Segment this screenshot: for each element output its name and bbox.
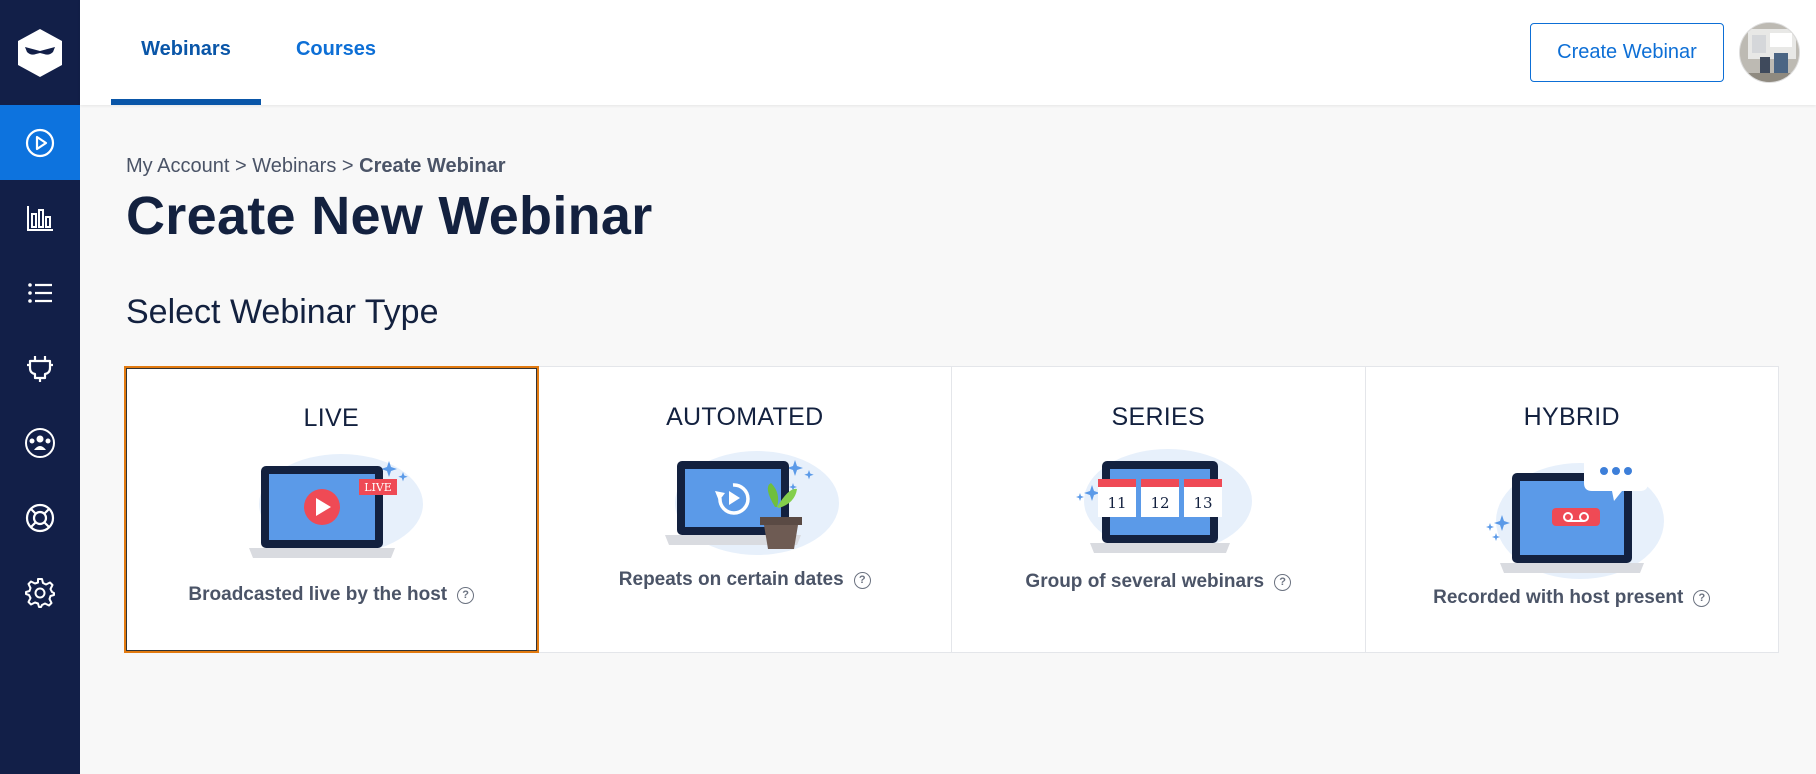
calendar-date: 13 <box>1194 494 1213 512</box>
live-laptop-illustration: LIVE <box>249 454 424 558</box>
help-icon[interactable]: ? <box>853 571 871 589</box>
sidebar-item-settings[interactable] <box>0 555 80 630</box>
sidebar-item-integrations[interactable] <box>0 330 80 405</box>
sidebar-item-webinars[interactable] <box>0 105 80 180</box>
webinar-type-card-series[interactable]: SERIES 11 12 13 Group of several webinar… <box>951 366 1366 653</box>
tab-label: Webinars <box>141 38 231 60</box>
sidebar-item-team[interactable] <box>0 405 80 480</box>
webinar-type-grid: LIVE LIVE Broadcasted live by the host ?… <box>124 366 1782 653</box>
play-circle-icon <box>25 128 55 157</box>
sidebar-item-analytics[interactable] <box>0 180 80 255</box>
card-description: Recorded with host present ? <box>1366 587 1779 609</box>
calendar-day-1: 11 <box>1098 479 1137 517</box>
card-description-text: Broadcasted live by the host <box>188 584 448 605</box>
series-laptop-illustration: 11 12 13 <box>1076 449 1253 553</box>
tab-webinars[interactable]: Webinars <box>111 0 261 105</box>
breadcrumb-link-webinars[interactable]: Webinars <box>252 155 336 177</box>
webinar-type-card-hybrid[interactable]: HYBRID Recorded with host present ? <box>1364 366 1779 653</box>
help-icon[interactable]: ? <box>1693 589 1711 607</box>
help-icon[interactable]: ? <box>1274 573 1292 591</box>
automated-laptop-illustration <box>664 451 839 555</box>
live-badge-text: LIVE <box>364 481 392 494</box>
bar-chart-icon <box>27 205 53 231</box>
calendar-day-3: 13 <box>1184 479 1223 517</box>
app-logo[interactable] <box>0 0 80 105</box>
card-title: LIVE <box>303 404 359 432</box>
tab-label: Courses <box>295 38 377 60</box>
user-photo <box>1740 23 1799 82</box>
plug-icon <box>27 355 53 382</box>
section-title: Select Webinar Type <box>126 293 439 331</box>
calendar-date: 11 <box>1108 494 1127 512</box>
breadcrumb-current: Create Webinar <box>359 155 506 177</box>
tab-courses[interactable]: Courses <box>261 0 411 105</box>
card-title: HYBRID <box>1523 403 1620 431</box>
breadcrumb: My Account > Webinars > Create Webinar <box>126 155 506 178</box>
webinar-type-card-live[interactable]: LIVE LIVE Broadcasted live by the host ? <box>124 366 539 653</box>
card-title: SERIES <box>1111 403 1205 431</box>
lifebuoy-icon <box>25 503 55 532</box>
card-description-text: Group of several webinars <box>1025 571 1265 592</box>
breadcrumb-separator: > <box>341 155 354 177</box>
avatar[interactable] <box>1739 22 1800 83</box>
create-webinar-button[interactable]: Create Webinar <box>1530 23 1724 82</box>
card-description-text: Repeats on certain dates <box>618 569 844 590</box>
webinar-type-card-automated[interactable]: AUTOMATED Repeats on certain dates ? <box>537 366 952 653</box>
users-icon <box>25 427 55 458</box>
calendar-date: 12 <box>1151 494 1170 512</box>
list-icon <box>28 282 52 303</box>
breadcrumb-link-my-account[interactable]: My Account <box>126 155 229 177</box>
gear-icon <box>25 577 55 608</box>
logo-icon <box>18 28 62 77</box>
sidebar-item-list[interactable] <box>0 255 80 330</box>
breadcrumb-separator: > <box>234 155 247 177</box>
card-title: AUTOMATED <box>666 403 824 431</box>
sidebar <box>0 0 80 774</box>
card-description: Repeats on certain dates ? <box>539 569 952 591</box>
hybrid-laptop-illustration <box>1485 451 1664 579</box>
card-description: Group of several webinars ? <box>952 571 1365 593</box>
card-description-text: Recorded with host present <box>1433 587 1684 608</box>
sidebar-item-support[interactable] <box>0 480 80 555</box>
calendar-day-2: 12 <box>1141 479 1180 517</box>
help-icon[interactable]: ? <box>457 586 475 604</box>
page-title: Create New Webinar <box>126 186 653 246</box>
card-description: Broadcasted live by the host ? <box>126 584 537 606</box>
